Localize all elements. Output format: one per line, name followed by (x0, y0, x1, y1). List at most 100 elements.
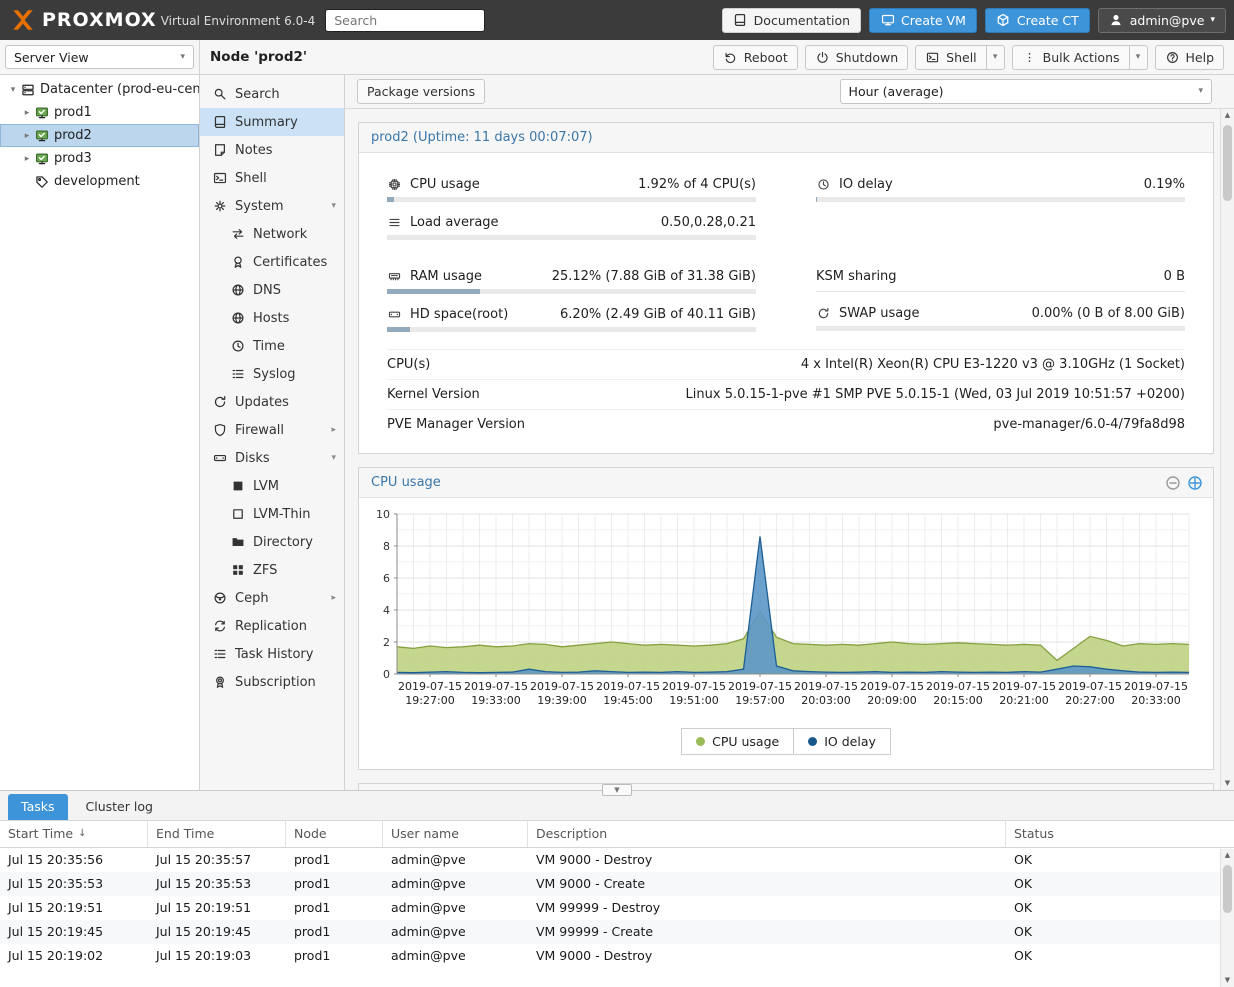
chevron-down-icon[interactable]: ▾ (331, 201, 336, 211)
menu-item-disks[interactable]: Disks▾ (200, 444, 344, 472)
package-versions-button[interactable]: Package versions (357, 79, 485, 104)
menu-item-task-history[interactable]: Task History (200, 640, 344, 668)
io-progressbar (816, 197, 1185, 202)
stats-right-col: IO delay 0.19% KSM sharing 0 B (816, 173, 1185, 341)
ksm-sharing-row: KSM sharing 0 B (816, 265, 1185, 287)
menu-item-system[interactable]: System▾ (200, 192, 344, 220)
menu-item-summary[interactable]: Summary (200, 108, 344, 136)
menu-item-zfs[interactable]: ZFS (200, 556, 344, 584)
tree-caret-icon[interactable]: ▸ (20, 108, 34, 118)
undo-zoom-icon[interactable] (1165, 475, 1181, 491)
badge-icon (212, 675, 227, 690)
help-button[interactable]: Help (1155, 45, 1225, 70)
tree-caret-icon[interactable]: ▾ (6, 85, 20, 95)
task-row[interactable]: Jul 15 20:19:51Jul 15 20:19:51prod1admin… (0, 896, 1234, 920)
tasks-scrollbar[interactable]: ▲ ▼ (1220, 849, 1234, 987)
legend-io-delay[interactable]: IO delay (793, 728, 891, 755)
menu-item-notes[interactable]: Notes (200, 136, 344, 164)
legend-dot-icon (696, 737, 705, 746)
column-header-end-time[interactable]: End Time (148, 821, 286, 847)
tab-cluster-log[interactable]: Cluster log (73, 794, 166, 820)
task-row[interactable]: Jul 15 20:19:45Jul 15 20:19:45prod1admin… (0, 920, 1234, 944)
global-search-input[interactable] (325, 9, 485, 32)
menu-item-directory[interactable]: Directory (200, 528, 344, 556)
tree-caret-icon[interactable]: ▸ (20, 154, 34, 164)
menu-item-network[interactable]: Network (200, 220, 344, 248)
tree-item-datacenter-prod-eu-centra[interactable]: ▾Datacenter (prod-eu-centra (0, 78, 199, 101)
stats-left-col: CPU usage 1.92% of 4 CPU(s) Load average… (387, 173, 756, 341)
menu-item-certificates[interactable]: Certificates (200, 248, 344, 276)
status-grid: CPU usage 1.92% of 4 CPU(s) Load average… (359, 153, 1213, 345)
menu-item-ceph[interactable]: Ceph▸ (200, 584, 344, 612)
collapse-log-panel-button[interactable]: ▼ (602, 784, 632, 796)
bulk-actions-dropdown-button[interactable]: ▾ (1130, 45, 1148, 70)
x-tick-time: 19:27:00 (405, 694, 454, 707)
column-header-start-time[interactable]: Start Time↓ (0, 821, 148, 847)
tasks-table-body: Jul 15 20:35:56Jul 15 20:35:57prod1admin… (0, 848, 1234, 987)
menu-item-replication[interactable]: Replication (200, 612, 344, 640)
user-menu-button[interactable]: admin@pve ▾ (1098, 8, 1226, 33)
column-header-node[interactable]: Node (286, 821, 383, 847)
legend-cpu-usage[interactable]: CPU usage (681, 728, 794, 755)
shutdown-button[interactable]: Shutdown (805, 45, 908, 70)
menu-item-updates[interactable]: Updates (200, 388, 344, 416)
tree-item-prod1[interactable]: ▸prod1 (0, 101, 199, 124)
tree-caret-icon[interactable]: ▸ (20, 131, 34, 141)
tasks-scrollbar-thumb[interactable] (1223, 865, 1232, 913)
create-ct-button[interactable]: Create CT (985, 8, 1090, 33)
column-header-description[interactable]: Description (528, 821, 1006, 847)
shield-icon (212, 423, 227, 438)
menu-item-shell[interactable]: Shell (200, 164, 344, 192)
user-icon (1109, 13, 1124, 28)
reboot-button[interactable]: Reboot (713, 45, 798, 70)
scroll-down-icon[interactable]: ▼ (1221, 777, 1234, 790)
scroll-up-icon[interactable]: ▲ (1221, 849, 1234, 862)
documentation-button[interactable]: Documentation (722, 8, 861, 33)
tree-item-prod3[interactable]: ▸prod3 (0, 147, 199, 170)
kernel-version-row: Kernel Version Linux 5.0.15-1-pve #1 SMP… (387, 379, 1185, 409)
scroll-down-icon[interactable]: ▼ (1221, 974, 1234, 987)
crosshair-icon[interactable] (1187, 475, 1203, 491)
menu-item-hosts[interactable]: Hosts (200, 304, 344, 332)
column-header-user-name[interactable]: User name (383, 821, 528, 847)
menu-item-syslog[interactable]: Syslog (200, 360, 344, 388)
task-row[interactable]: Jul 15 20:35:56Jul 15 20:35:57prod1admin… (0, 848, 1234, 872)
task-row[interactable]: Jul 15 20:35:53Jul 15 20:35:53prod1admin… (0, 872, 1234, 896)
content-toolbar: Package versions Hour (average) ▾ (345, 75, 1234, 109)
menu-item-lvm[interactable]: LVM (200, 472, 344, 500)
tree-item-development[interactable]: development (0, 170, 199, 193)
menu-item-search[interactable]: Search (200, 80, 344, 108)
column-header-status[interactable]: Status (1006, 821, 1234, 847)
menu-item-subscription[interactable]: Subscription (200, 668, 344, 696)
cpu-usage-panel-header: CPU usage (359, 468, 1213, 498)
x-tick-time: 20:15:00 (933, 694, 982, 707)
shell-dropdown-button[interactable]: ▾ (987, 45, 1005, 70)
chevron-right-icon[interactable]: ▸ (331, 425, 336, 435)
content-scrollbar-thumb[interactable] (1223, 125, 1232, 201)
menu-item-firewall[interactable]: Firewall▸ (200, 416, 344, 444)
chevron-down-icon[interactable]: ▾ (331, 453, 336, 463)
view-selector[interactable]: Server View ▾ (5, 45, 194, 69)
shell-button[interactable]: Shell (915, 45, 987, 70)
content-scroll: prod2 (Uptime: 11 days 00:07:07) CPU usa… (345, 109, 1234, 790)
version-text: Virtual Environment 6.0-4 (161, 14, 316, 28)
menu-item-lvm-thin[interactable]: LVM-Thin (200, 500, 344, 528)
brand-name: PROXMOX (42, 9, 157, 31)
cpu-progressbar (387, 197, 756, 202)
tree-item-prod2[interactable]: ▸prod2 (0, 124, 199, 147)
create-vm-button[interactable]: Create VM (869, 8, 977, 33)
ceph-icon (212, 591, 227, 606)
node-toolbar: Node 'prod2' Reboot Shutdown Shell ▾ (200, 40, 1234, 74)
ram-usage-row: RAM usage 25.12% (7.88 GiB of 31.38 GiB) (387, 265, 756, 287)
task-row[interactable]: Jul 15 20:19:02Jul 15 20:19:03prod1admin… (0, 944, 1234, 968)
scroll-up-icon[interactable]: ▲ (1221, 109, 1234, 122)
menu-item-dns[interactable]: DNS (200, 276, 344, 304)
x-tick-date: 2019-07-15 (992, 680, 1056, 693)
period-select[interactable]: Hour (average) ▾ (840, 79, 1212, 104)
chevron-right-icon[interactable]: ▸ (331, 593, 336, 603)
content-scrollbar[interactable]: ▲ ▼ (1220, 109, 1234, 790)
summary-title: prod2 (Uptime: 11 days 00:07:07) (371, 130, 593, 145)
tab-tasks[interactable]: Tasks (8, 794, 68, 820)
bulk-actions-button[interactable]: Bulk Actions (1012, 45, 1130, 70)
menu-item-time[interactable]: Time (200, 332, 344, 360)
